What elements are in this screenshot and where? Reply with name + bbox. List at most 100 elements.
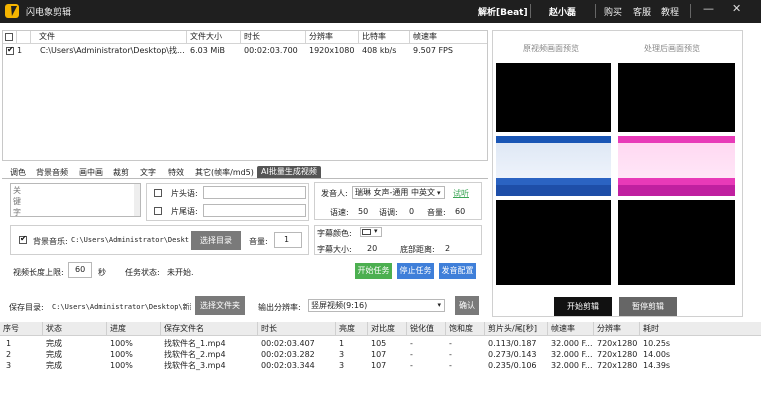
task-cell-sharpen: - xyxy=(410,339,413,348)
task-header-fps: 帧速率 xyxy=(548,322,594,336)
file-row-path: C:\Users\Administrator\Desktop\找... xyxy=(40,46,185,55)
task-table: 序号 状态 进度 保存文件名 时长 亮度 对比度 锐化值 饱和度 剪片头/尾[秒… xyxy=(0,322,761,411)
listen-link[interactable]: 试听 xyxy=(453,188,469,199)
voice-select[interactable]: 瑞琳 女声-通用 中英文 xyxy=(352,186,445,199)
max-length-input[interactable]: 60 xyxy=(68,262,92,278)
opening-input[interactable] xyxy=(203,186,306,199)
output-resolution-value: 竖屏视频(9:16) xyxy=(311,301,368,310)
ending-checkbox[interactable] xyxy=(154,207,162,215)
header-resolution: 分辨率 xyxy=(306,31,359,44)
output-resolution-select[interactable]: 竖屏视频(9:16) ▾ xyxy=(308,299,445,312)
task-cell-filename: 找软件名_3.mp4 xyxy=(164,361,226,370)
task-cell-fps: 32.000 F... xyxy=(551,361,593,370)
bgm-checkbox[interactable] xyxy=(19,234,27,244)
task-header-filename: 保存文件名 xyxy=(161,322,258,336)
start-edit-button[interactable]: 开始剪辑 xyxy=(554,297,612,316)
voice-panel: 发音人: 瑞琳 女声-通用 中英文 ▾ 试听 语速: 50 语调: 0 音量: … xyxy=(314,182,482,220)
pause-edit-button[interactable]: 暂停剪辑 xyxy=(619,297,677,316)
subtitle-size-label: 字幕大小: xyxy=(317,245,352,254)
voice-select-value: 瑞琳 女声-通用 中英文 xyxy=(355,188,435,197)
task-cell-status: 完成 xyxy=(46,350,62,359)
original-preview-title: 原视频画面预览 xyxy=(523,44,579,53)
task-cell-contrast: 107 xyxy=(371,361,387,370)
original-preview-bottom xyxy=(496,200,611,285)
original-preview-frame xyxy=(496,136,611,196)
menu-buy[interactable]: 购买 xyxy=(604,5,622,18)
file-row-index: 1 xyxy=(17,46,23,55)
ending-label: 片尾语: xyxy=(171,207,198,216)
voice-config-button[interactable]: 发音配置 xyxy=(439,263,476,279)
task-cell-brightness: 3 xyxy=(339,350,345,359)
header-bitrate: 比特率 xyxy=(359,31,410,44)
minimize-icon[interactable]: — xyxy=(703,2,714,15)
task-cell-contrast: 107 xyxy=(371,350,387,359)
task-cell-saturation: - xyxy=(449,350,452,359)
task-header-duration: 时长 xyxy=(258,322,336,336)
bgm-path[interactable]: C:\Users\Administrator\Deskto xyxy=(71,236,189,244)
bottom-distance-value[interactable]: 2 xyxy=(445,244,450,253)
color-swatch xyxy=(362,229,371,235)
keyword-scrollbar[interactable] xyxy=(134,184,140,216)
task-cell-filename: 找软件名_1.mp4 xyxy=(164,339,226,348)
file-row-resolution: 1920x1080 xyxy=(309,46,355,55)
tone-value[interactable]: 0 xyxy=(409,207,414,216)
task-header-trim: 剪片头/尾[秒] xyxy=(485,322,548,336)
task-cell-resolution: 720x1280 xyxy=(597,339,638,348)
task-cell-trim: 0.235/0.106 xyxy=(488,361,537,370)
task-header-elapsed: 耗时 xyxy=(640,322,761,336)
save-dir-path[interactable]: C:\Users\Administrator\Desktop\新建 xyxy=(52,302,191,312)
keyword-textarea[interactable]: 关 键 字 xyxy=(10,183,141,217)
confirm-button[interactable]: 确认 xyxy=(455,296,479,315)
divider xyxy=(595,4,596,18)
task-cell-progress: 100% xyxy=(110,350,133,359)
volume-value[interactable]: 60 xyxy=(455,207,465,216)
divider xyxy=(690,4,691,18)
task-cell-elapsed: 10.25s xyxy=(643,339,671,348)
bgm-volume-input[interactable]: 1 xyxy=(274,232,302,248)
task-cell-trim: 0.113/0.187 xyxy=(488,339,537,348)
choose-dir-button[interactable]: 选择目录 xyxy=(191,231,241,250)
task-cell-elapsed: 14.00s xyxy=(643,350,671,359)
header-fps: 帧速率 xyxy=(410,31,487,44)
close-icon[interactable]: ✕ xyxy=(732,2,741,15)
user-name[interactable]: 赵小磊 xyxy=(549,5,576,18)
tone-label: 语调: xyxy=(379,208,398,217)
task-cell-brightness: 1 xyxy=(339,339,345,348)
max-length-unit: 秒 xyxy=(98,268,106,277)
header-duration: 时长 xyxy=(241,31,306,44)
task-cell-resolution: 720x1280 xyxy=(597,350,638,359)
analyze-beat-link[interactable]: 解析[Beat] xyxy=(478,5,528,18)
tab-ai-batch[interactable]: AI批量生成视频 xyxy=(257,166,321,178)
menu-tutorial[interactable]: 教程 xyxy=(661,5,679,18)
task-cell-duration: 00:02:03.407 xyxy=(261,339,315,348)
original-preview-top xyxy=(496,63,611,132)
opening-checkbox[interactable] xyxy=(154,189,162,197)
task-status-value: 未开始. xyxy=(167,268,194,277)
output-resolution-label: 输出分辨率: xyxy=(258,303,301,312)
speed-value[interactable]: 50 xyxy=(358,207,368,216)
menu-support[interactable]: 客服 xyxy=(633,5,651,18)
subtitle-color-picker[interactable]: ▾ xyxy=(360,227,382,237)
subtitle-size-value[interactable]: 20 xyxy=(367,244,377,253)
file-row-fps: 9.507 FPS xyxy=(413,46,453,55)
max-length-label: 视频长度上限: xyxy=(13,268,64,277)
task-header-index: 序号 xyxy=(0,322,43,336)
task-header-sharpen: 锐化值 xyxy=(407,322,446,336)
file-row-size: 6.03 MiB xyxy=(190,46,225,55)
task-cell-status: 完成 xyxy=(46,339,62,348)
app-title: 闪电象剪辑 xyxy=(26,8,72,18)
tab-underline xyxy=(2,178,488,179)
index-header xyxy=(17,31,31,44)
file-row-checkbox[interactable] xyxy=(6,45,14,55)
file-row-bitrate: 408 kb/s xyxy=(362,46,397,55)
task-cell-sharpen: - xyxy=(410,361,413,370)
subtitle-color-label: 字幕颜色: xyxy=(317,229,352,238)
choose-folder-button[interactable]: 选择文件夹 xyxy=(195,296,245,315)
select-all-checkbox[interactable] xyxy=(5,33,13,41)
task-cell-index: 3 xyxy=(6,361,12,370)
ending-input[interactable] xyxy=(203,204,306,217)
task-cell-saturation: - xyxy=(449,361,452,370)
start-task-button[interactable]: 开始任务 xyxy=(355,263,392,279)
task-header-brightness: 亮度 xyxy=(336,322,368,336)
stop-task-button[interactable]: 停止任务 xyxy=(397,263,434,279)
